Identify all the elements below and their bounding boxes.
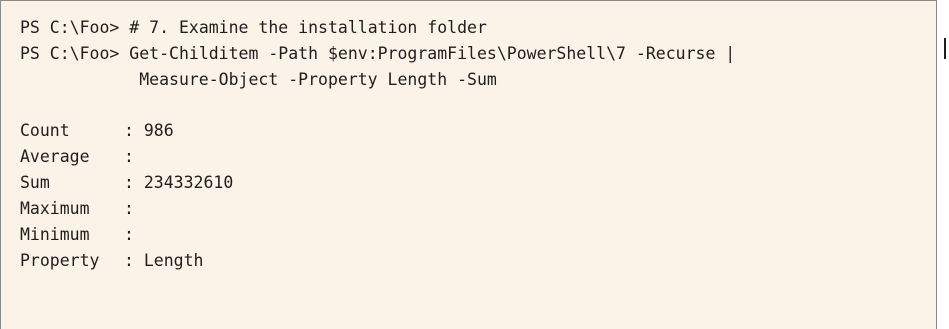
command-line-continuation: Measure-Object -Property Length -Sum bbox=[20, 70, 497, 89]
output-row-maximum: Maximum: bbox=[20, 196, 936, 222]
prompt: PS C:\Foo> bbox=[20, 18, 120, 37]
output-label: Average bbox=[20, 147, 90, 166]
command-line-comment: PS C:\Foo> # 7. Examine the installation… bbox=[20, 15, 936, 41]
prompt: PS C:\Foo> bbox=[20, 44, 120, 63]
output-row-minimum: Minimum: bbox=[20, 222, 936, 248]
output-row-property: Property : Length bbox=[20, 248, 936, 274]
output-row-sum: Sum : 234332610 bbox=[20, 170, 936, 196]
output-value: : Length bbox=[124, 251, 204, 270]
command-text: Get-Childitem -Path $env:ProgramFiles\Po… bbox=[129, 44, 736, 63]
output-row-count: Count : 986 bbox=[20, 118, 936, 144]
command-line-get-childitem: PS C:\Foo> Get-Childitem -Path $env:Prog… bbox=[20, 41, 936, 67]
output-row-average: Average: bbox=[20, 144, 936, 170]
text-cursor bbox=[944, 38, 946, 59]
output-value: : bbox=[124, 147, 134, 166]
output-label: Count bbox=[20, 121, 70, 140]
output-value: : 234332610 bbox=[124, 173, 234, 192]
output-value: : bbox=[124, 199, 134, 218]
comment-text: # 7. Examine the installation folder bbox=[129, 18, 487, 37]
output-label: Minimum bbox=[20, 225, 90, 244]
output-value: : 986 bbox=[124, 121, 174, 140]
output-label: Sum bbox=[20, 173, 50, 192]
powershell-console: PS C:\Foo> # 7. Examine the installation… bbox=[0, 0, 937, 329]
output-label: Maximum bbox=[20, 199, 90, 218]
output-label: Property bbox=[20, 251, 100, 270]
output-value: : bbox=[124, 225, 134, 244]
